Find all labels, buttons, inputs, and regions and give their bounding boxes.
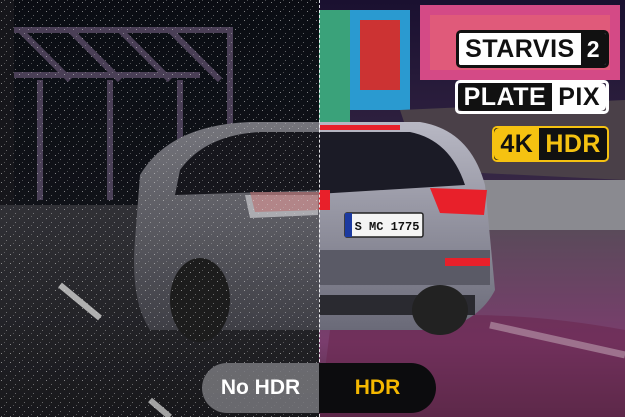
starvis-2-badge: STARVIS 2: [456, 30, 609, 68]
platepix-badge-left: PLATE: [457, 83, 553, 111]
hdr-badge-right: HDR: [539, 128, 607, 160]
4k-badge-left: 4K: [494, 128, 540, 160]
platepix-badge: PLATE PIX: [454, 80, 609, 114]
platepix-badge-right: PIX: [552, 83, 606, 111]
license-plate-text: S MC 1775: [355, 220, 420, 234]
license-plate: S MC 1775: [344, 212, 424, 238]
no-hdr-label[interactable]: No HDR: [202, 363, 319, 413]
comparison-divider: [319, 0, 320, 417]
starvis-badge-word: STARVIS: [459, 33, 581, 65]
hdr-label[interactable]: HDR: [319, 363, 436, 413]
hdr-comparison-toggle[interactable]: No HDR HDR: [202, 363, 436, 413]
starvis-badge-number: 2: [580, 33, 606, 65]
4k-hdr-badge: 4K HDR: [492, 126, 609, 162]
